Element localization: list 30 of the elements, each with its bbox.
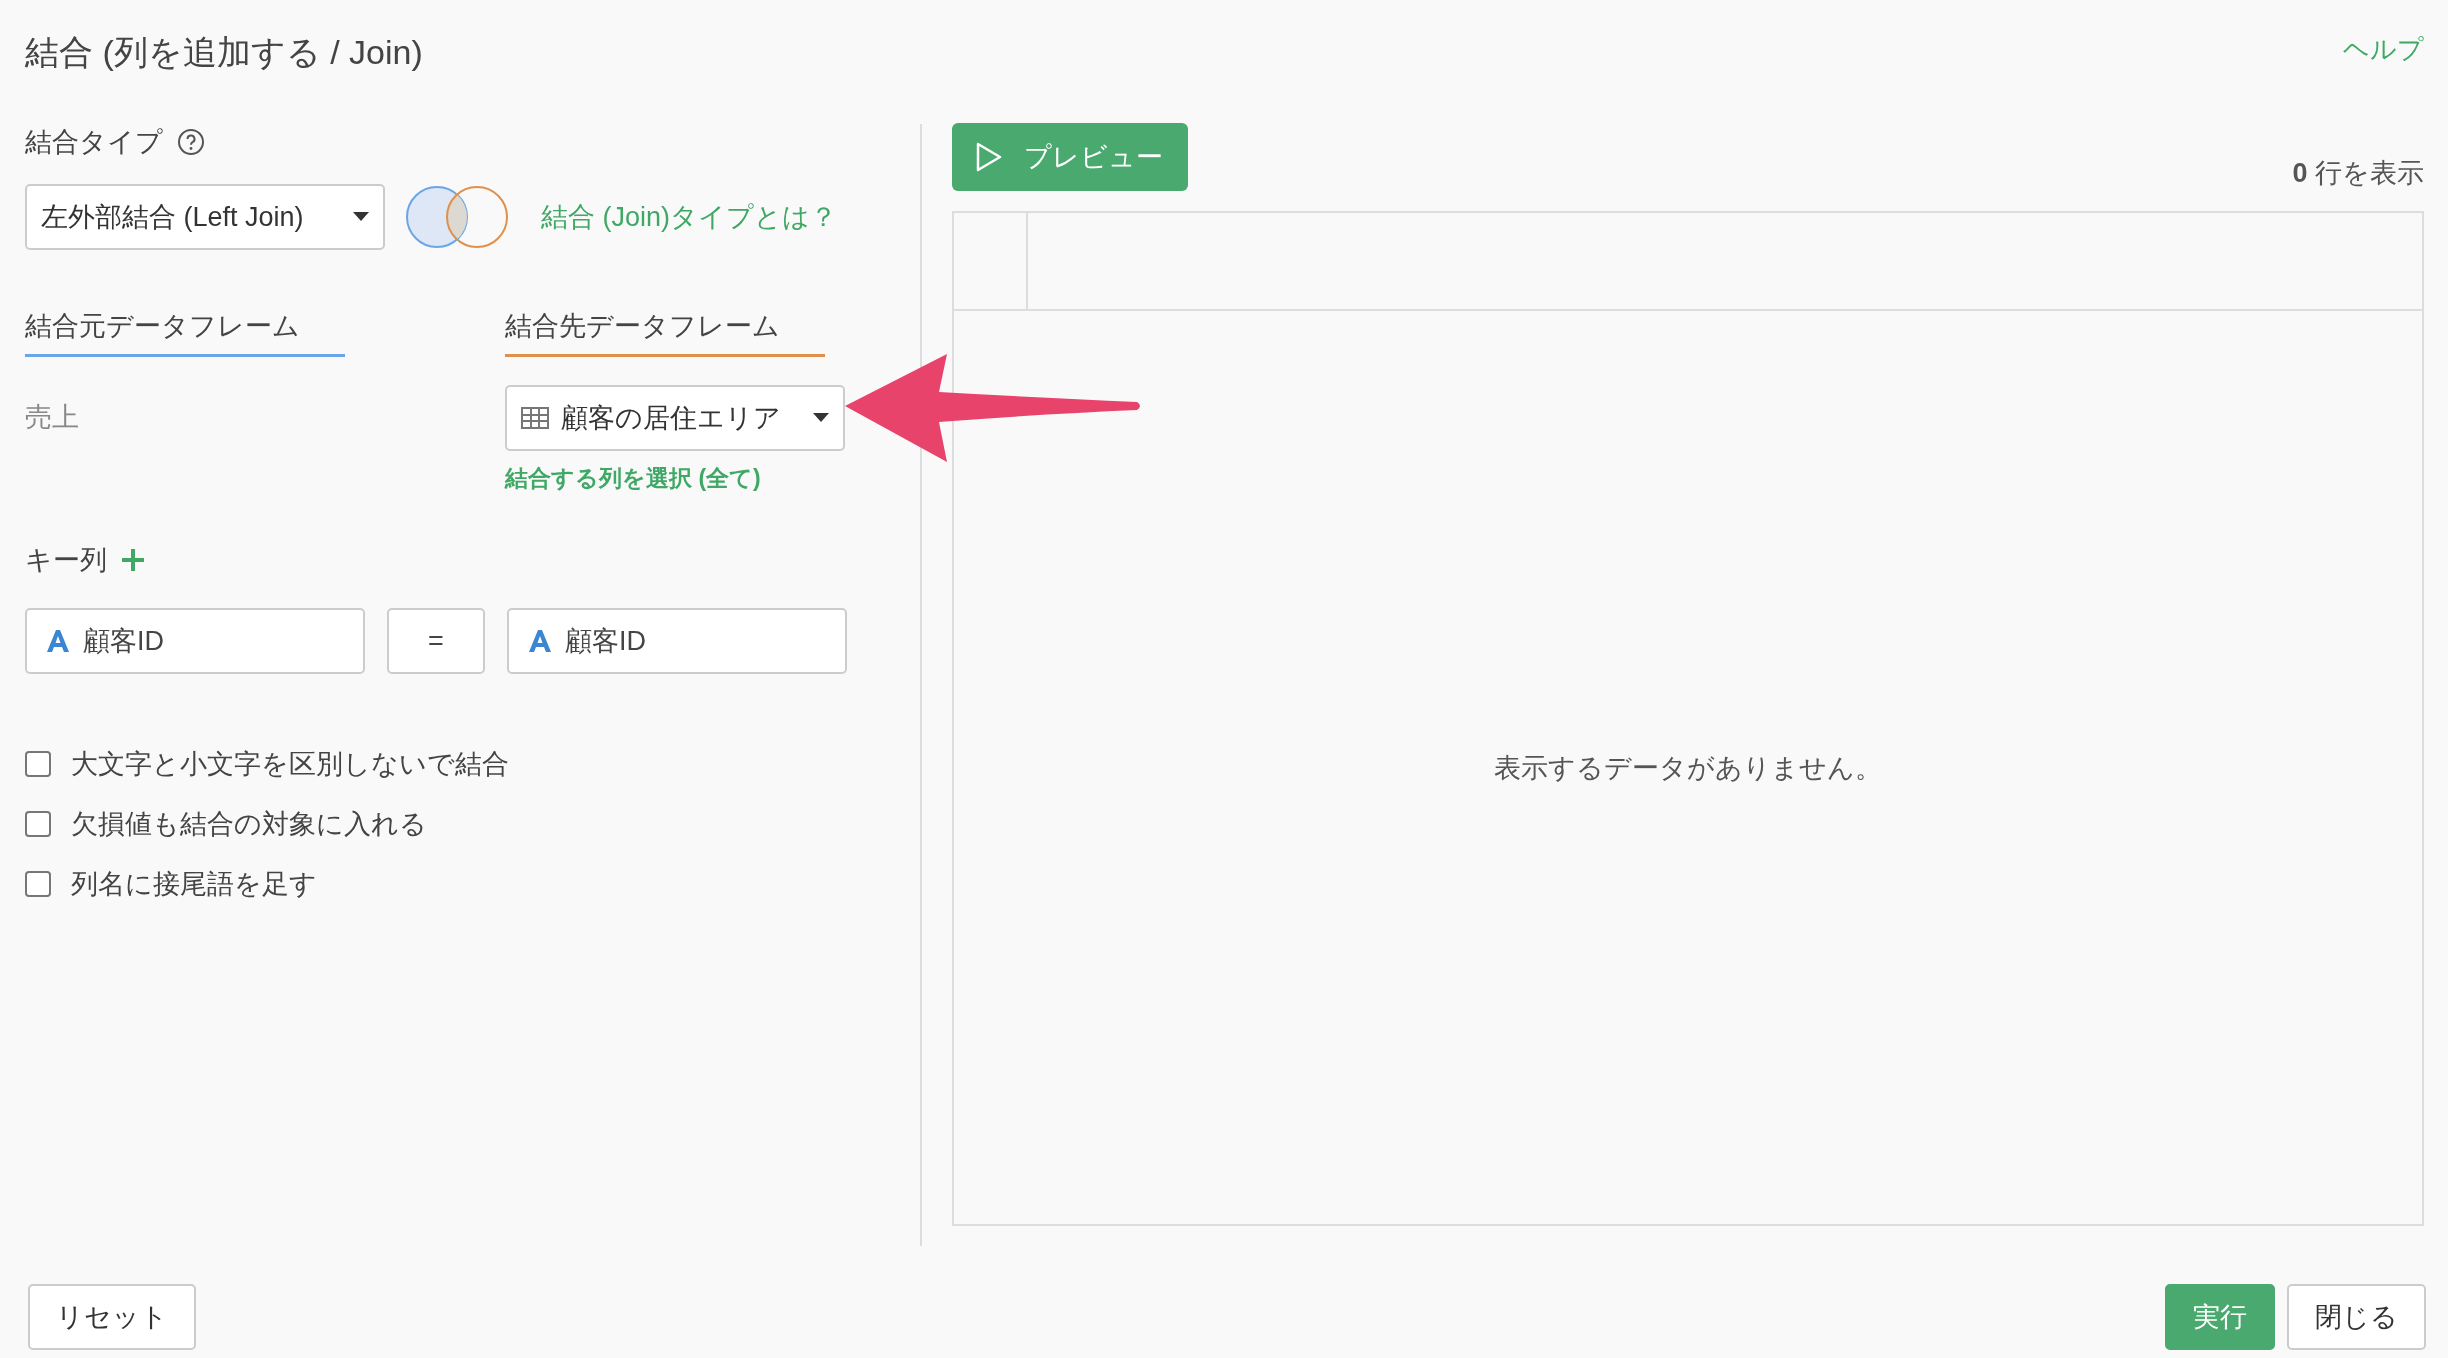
- footer-button[interactable]: リセット: [28, 1284, 196, 1350]
- option-label: 大文字と小文字を区別しないで結合: [71, 748, 509, 781]
- add-icon[interactable]: [121, 548, 145, 572]
- checkbox[interactable]: [25, 751, 51, 777]
- play-icon: [976, 142, 1002, 172]
- join-type-label: 結合タイプ: [25, 126, 163, 159]
- checkbox[interactable]: [25, 811, 51, 837]
- key-columns-label: キー列: [25, 544, 107, 577]
- source-frame-name: 売上: [25, 401, 80, 434]
- key-column-field[interactable]: 顧客ID: [25, 608, 365, 674]
- text-type-icon: [45, 628, 71, 654]
- dialog-title: 結合 (列を追加する / Join): [25, 32, 423, 73]
- table-icon: [521, 407, 549, 429]
- data-frame-heading: 結合元データフレーム: [25, 308, 345, 357]
- caret-icon: [353, 212, 369, 222]
- venn-diagram-icon: [405, 184, 509, 250]
- join-type-dropdown[interactable]: 左外部結合 (Left Join): [25, 184, 385, 250]
- target-frame-dropdown[interactable]: 顧客の居住エリア: [505, 385, 845, 451]
- row-count: 0 行を表示: [2292, 157, 2424, 190]
- help-icon[interactable]: [177, 128, 205, 156]
- option-label: 欠損値も結合の対象に入れる: [71, 808, 427, 841]
- footer-button[interactable]: 閉じる: [2287, 1284, 2426, 1350]
- option-label: 列名に接尾語を足す: [71, 868, 317, 901]
- empty-message: 表示するデータがありません。: [1494, 751, 1882, 785]
- operator-field[interactable]: =: [387, 608, 485, 674]
- checkbox[interactable]: [25, 871, 51, 897]
- caret-icon: [813, 413, 829, 423]
- data-frame-heading: 結合先データフレーム: [505, 308, 825, 357]
- text-type-icon: [527, 628, 553, 654]
- key-column-field[interactable]: 顧客ID: [507, 608, 847, 674]
